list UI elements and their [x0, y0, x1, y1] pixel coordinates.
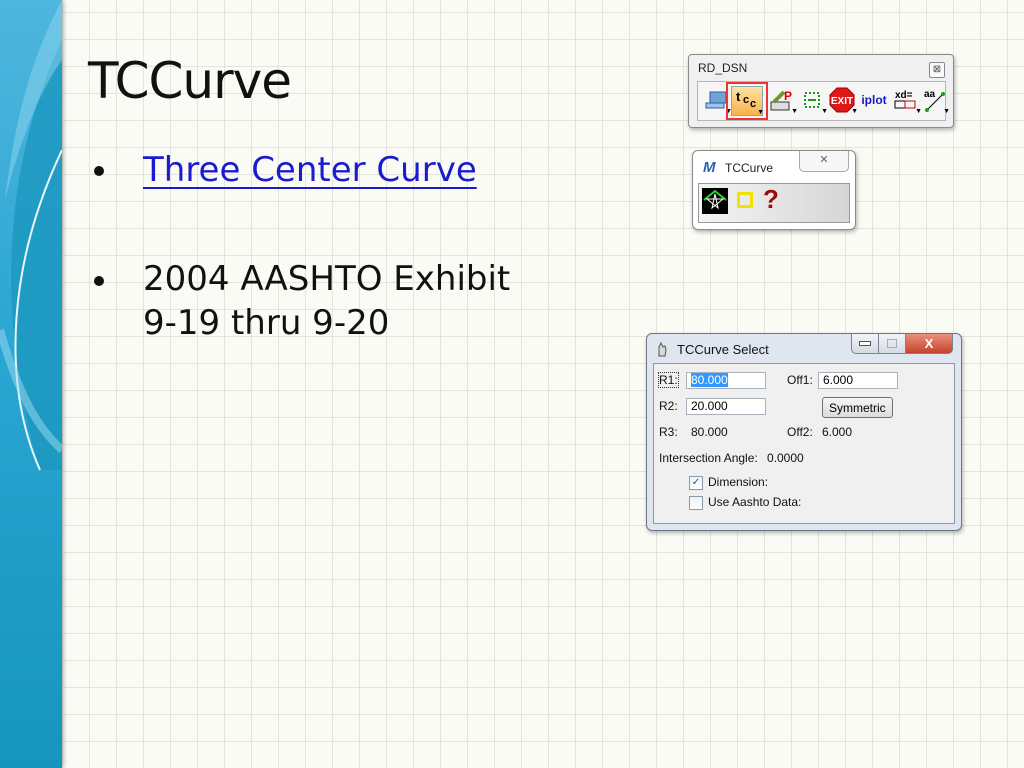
- app-hand-icon: [658, 341, 667, 357]
- use-aashto-data-label: Use Aashto Data:: [708, 495, 802, 509]
- dimension-checkbox[interactable]: ✓: [689, 476, 703, 490]
- three-center-curve-link[interactable]: Three Center Curve: [143, 150, 477, 190]
- bullet-dot: [94, 276, 104, 286]
- use-aashto-data-checkbox[interactable]: [689, 496, 703, 510]
- dropdown-arrow-icon: ▼: [791, 108, 798, 115]
- off1-label: Off1:: [787, 373, 813, 387]
- slide-sidebar-decoration: [0, 0, 62, 768]
- select-box-button[interactable]: [737, 192, 753, 208]
- help-button[interactable]: ?: [763, 184, 789, 214]
- dropdown-arrow-icon: ▼: [943, 108, 950, 115]
- off2-value: 6.000: [822, 425, 853, 439]
- r3-label: R3:: [659, 425, 678, 439]
- caption-buttons: X: [851, 334, 953, 354]
- r2-label: R2:: [659, 399, 678, 413]
- tccurve-window: M TCCurve ✕ ?: [692, 150, 856, 230]
- svg-text:EXIT: EXIT: [831, 96, 853, 107]
- exit-tool-button[interactable]: EXIT ▼: [828, 86, 858, 115]
- symmetric-button[interactable]: Symmetric: [822, 397, 893, 418]
- microstation-logo-icon: M: [703, 159, 716, 176]
- iplot-icon: iplot: [861, 93, 887, 107]
- off2-label: Off2:: [787, 425, 813, 439]
- close-button[interactable]: ⊠: [929, 62, 945, 78]
- bullet-item-aashto: 2004 AASHTO Exhibit 9-19 thru 9-20: [143, 257, 510, 345]
- r2-input[interactable]: 20.000: [686, 398, 766, 415]
- minimize-button[interactable]: [851, 334, 879, 354]
- r3-value: 80.000: [691, 425, 728, 439]
- place-three-center-curve-button[interactable]: [702, 188, 728, 214]
- off1-input[interactable]: 6.000: [818, 372, 898, 389]
- intersection-angle-label: Intersection Angle:: [659, 451, 758, 465]
- tcc-tool-button[interactable]: t c c ▼: [726, 82, 768, 120]
- grid-select-tool-button[interactable]: ▼: [798, 86, 828, 115]
- dropdown-arrow-icon: ▼: [821, 108, 828, 115]
- dropdown-arrow-icon: ▼: [757, 109, 764, 116]
- svg-text:P: P: [784, 89, 792, 103]
- r1-value: 80.000: [691, 373, 728, 387]
- profile-edit-tool-button[interactable]: P ▼: [768, 86, 798, 115]
- dimension-label: Dimension:: [708, 475, 769, 489]
- intersection-angle-value: 0.0000: [767, 451, 804, 465]
- dropdown-arrow-icon: ▼: [851, 108, 858, 115]
- curve-star-icon: [703, 189, 727, 210]
- maximize-button[interactable]: [879, 334, 906, 354]
- rd-dsn-toolbar-window: RD_DSN ⊠ ▼ t c c ▼ P ▼ ▼ EXIT ▼ iplot xd…: [688, 54, 954, 128]
- svg-text:xd=: xd=: [895, 90, 913, 101]
- bullet-item-link: Three Center Curve: [143, 148, 477, 192]
- svg-text:aa: aa: [924, 89, 936, 100]
- bullet-line: 2004 AASHTO Exhibit: [143, 259, 511, 299]
- iplot-tool-button[interactable]: iplot: [858, 86, 890, 114]
- tccurve-select-dialog: TCCurve Select X R1: 80.000 Off1: 6.000 …: [646, 333, 962, 531]
- window-title: RD_DSN: [698, 61, 748, 75]
- r1-label: R1:: [658, 372, 679, 388]
- swoosh-decoration: [0, 0, 62, 471]
- dialog-title: TCCurve Select: [677, 342, 769, 357]
- maximize-icon: [887, 339, 897, 348]
- bullet-dot: [94, 166, 104, 176]
- bullet-line: 9-19 thru 9-20: [143, 303, 390, 343]
- dialog-client-area: R1: 80.000 Off1: 6.000 R2: 20.000 Symmet…: [653, 363, 955, 524]
- close-button[interactable]: X: [906, 334, 953, 354]
- minimize-icon: [859, 341, 871, 346]
- window-title: TCCurve: [725, 161, 774, 175]
- xd-dimension-tool-button[interactable]: xd= ▼: [892, 86, 922, 115]
- toolbar-tools: ▼ t c c ▼ P ▼ ▼ EXIT ▼ iplot xd= ▼ aa ▼: [697, 81, 950, 121]
- r1-input[interactable]: 80.000: [686, 372, 766, 389]
- tccurve-tools: ?: [698, 183, 850, 223]
- close-button[interactable]: ✕: [799, 151, 849, 172]
- annotate-line-tool-button[interactable]: aa ▼: [920, 86, 950, 115]
- slide-title: TCCurve: [88, 52, 292, 110]
